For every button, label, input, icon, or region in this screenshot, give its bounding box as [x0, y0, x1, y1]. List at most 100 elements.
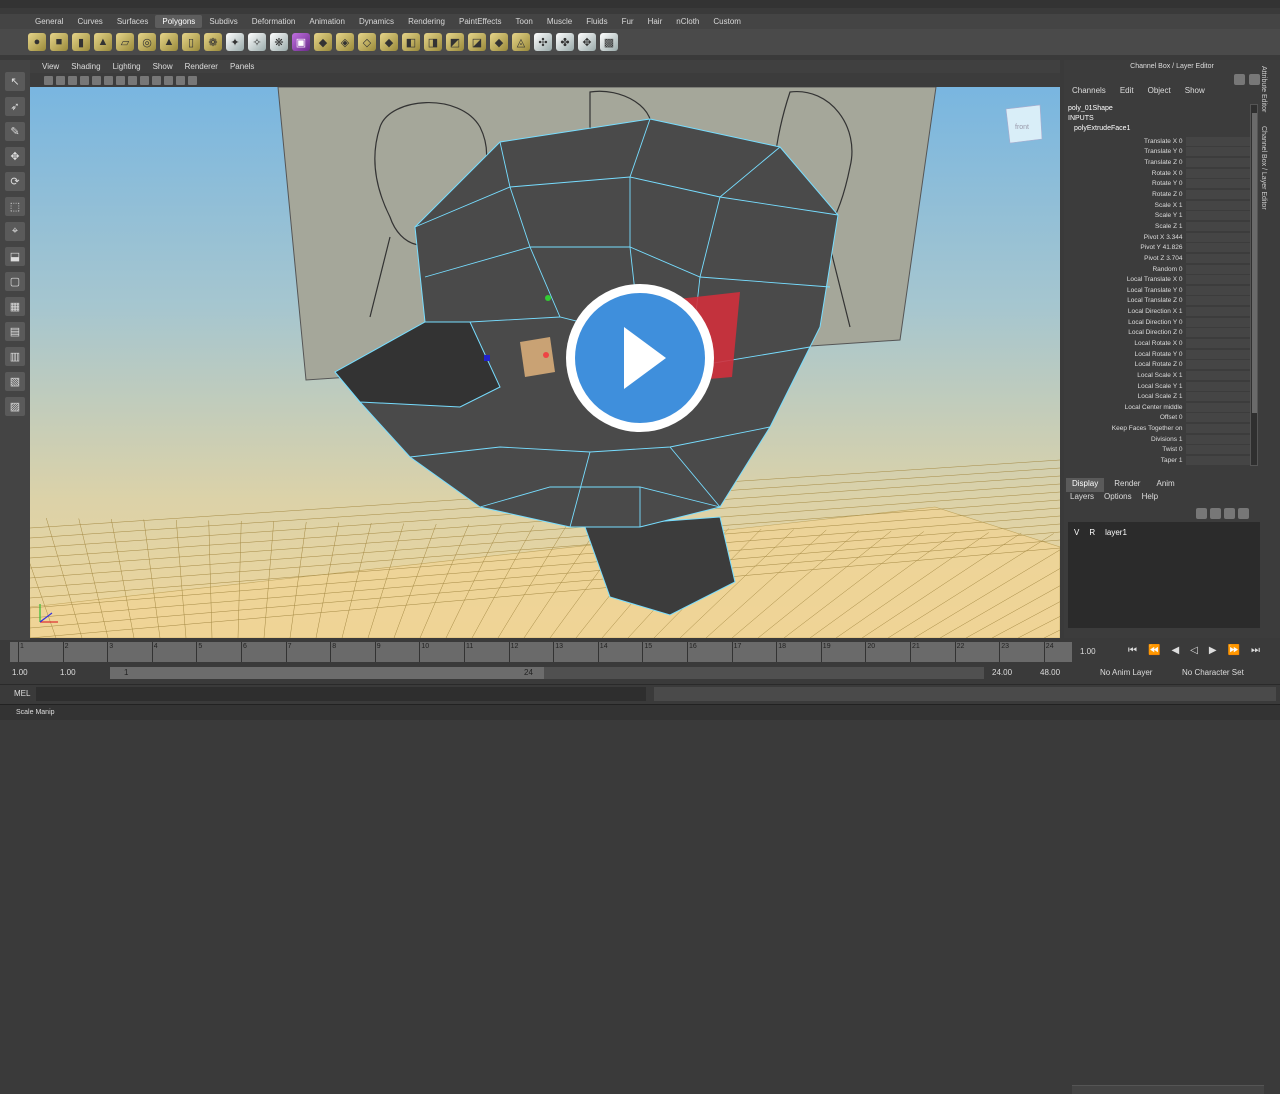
layer-visibility-toggle[interactable]: V — [1074, 528, 1079, 537]
channel-attribute-row[interactable]: Translate Z 0 — [1068, 157, 1253, 168]
channel-attribute-row[interactable]: Offset 0 — [1068, 413, 1253, 424]
channel-attribute-row[interactable]: Taper 1 — [1068, 455, 1253, 466]
channel-attribute-value[interactable] — [1186, 349, 1253, 359]
layer-render-toggle[interactable]: R — [1089, 528, 1095, 537]
shelf-tab-polygons[interactable]: Polygons — [155, 15, 203, 28]
shelf-tab-fur[interactable]: Fur — [615, 15, 641, 28]
shelf-tab-hair[interactable]: Hair — [641, 15, 670, 28]
offset-edge-loop-icon[interactable]: ◨ — [424, 33, 442, 51]
go-to-end-icon[interactable]: ⏭ — [1251, 645, 1260, 656]
shelf-tab-fluids[interactable]: Fluids — [579, 15, 614, 28]
layer-menu-layers[interactable]: Layers — [1070, 492, 1094, 501]
channel-attribute-value[interactable] — [1186, 158, 1253, 168]
channel-attribute-row[interactable]: Local Translate Z 0 — [1068, 296, 1253, 307]
shelf-tab-animation[interactable]: Animation — [302, 15, 352, 28]
shape-name[interactable]: poly_01Shape — [1068, 104, 1253, 114]
channel-attribute-value[interactable] — [1186, 221, 1253, 231]
mel-input[interactable] — [36, 687, 646, 701]
channel-attribute-row[interactable]: Scale Z 1 — [1068, 221, 1253, 232]
insert-edge-loop-icon[interactable]: ◧ — [402, 33, 420, 51]
extrude-icon[interactable]: ◆ — [314, 33, 332, 51]
layer-tab-anim[interactable]: Anim — [1150, 478, 1180, 492]
shelf-tab-subdivs[interactable]: Subdivs — [202, 15, 244, 28]
play-forward-icon[interactable]: ▶ — [1209, 645, 1217, 656]
channel-attribute-row[interactable]: Twist 0 — [1068, 445, 1253, 456]
input-node-name[interactable]: polyExtrudeFace1 — [1068, 124, 1253, 134]
channel-attribute-row[interactable]: Pivot Z 3.704 — [1068, 253, 1253, 264]
channel-attribute-row[interactable]: Divisions 1 — [1068, 434, 1253, 445]
channel-attribute-row[interactable]: Local Rotate Y 0 — [1068, 349, 1253, 360]
channel-attribute-value[interactable] — [1186, 179, 1253, 189]
channel-attribute-value[interactable] — [1186, 190, 1253, 200]
poly-helix-icon[interactable]: ❁ — [204, 33, 222, 51]
manipulator-icon[interactable]: ⌖ — [5, 222, 25, 241]
uv-editor-icon[interactable]: ✤ — [556, 33, 574, 51]
channel-attribute-value[interactable] — [1186, 211, 1253, 221]
channel-box-menu-show[interactable]: Show — [1185, 86, 1205, 100]
poly-cone-icon[interactable]: ▲ — [94, 33, 112, 51]
select-tool-icon[interactable]: ↖ — [5, 72, 25, 91]
poly-pipe-icon[interactable]: ▯ — [182, 33, 200, 51]
sculpt-icon[interactable]: ◬ — [512, 33, 530, 51]
channel-attribute-row[interactable]: Random 0 — [1068, 264, 1253, 275]
perspective-viewport[interactable]: front — [30, 87, 1060, 638]
channel-box-scrollbar[interactable] — [1250, 104, 1258, 466]
shelf-tab-ncloth[interactable]: nCloth — [669, 15, 706, 28]
move-layer-up-icon[interactable] — [1196, 508, 1207, 519]
channel-attribute-row[interactable]: Local Rotate X 0 — [1068, 338, 1253, 349]
channel-attribute-value[interactable] — [1186, 338, 1253, 348]
new-empty-layer-icon[interactable] — [1224, 508, 1235, 519]
channel-attribute-row[interactable]: Local Translate X 0 — [1068, 274, 1253, 285]
rotate-tool-icon[interactable]: ⟳ — [5, 172, 25, 191]
resolution-gate-icon[interactable] — [104, 75, 113, 85]
channel-attribute-row[interactable]: Scale X 1 — [1068, 200, 1253, 211]
layout-outliner-icon[interactable]: ▧ — [5, 372, 25, 391]
channel-box-menu-channels[interactable]: Channels — [1072, 86, 1106, 100]
channel-attribute-value[interactable] — [1186, 200, 1253, 210]
viewport-menu-lighting[interactable]: Lighting — [107, 62, 147, 71]
layer-menu-options[interactable]: Options — [1104, 492, 1132, 501]
step-back-key-icon[interactable]: ⏪ — [1148, 645, 1160, 656]
poly-plane-icon[interactable]: ▱ — [116, 33, 134, 51]
move-layer-down-icon[interactable] — [1210, 508, 1221, 519]
channel-attribute-value[interactable] — [1186, 264, 1253, 274]
channel-attribute-value[interactable] — [1186, 434, 1253, 444]
bridge-icon[interactable]: ◈ — [336, 33, 354, 51]
step-back-frame-icon[interactable]: ◀ — [1171, 645, 1179, 656]
channel-attribute-row[interactable]: Local Direction X 1 — [1068, 306, 1253, 317]
channel-box-menu-object[interactable]: Object — [1148, 86, 1171, 100]
playback-start-field[interactable]: 1.00 — [60, 668, 76, 677]
video-play-button[interactable] — [566, 284, 714, 432]
channel-attribute-value[interactable] — [1186, 253, 1253, 263]
go-to-start-icon[interactable]: ⏮ — [1128, 645, 1137, 656]
split-polygon-icon[interactable]: ◆ — [380, 33, 398, 51]
range-bar[interactable]: 1 24 — [110, 667, 544, 679]
layout-hypershade-icon[interactable]: ▥ — [5, 347, 25, 366]
shelf-tab-deformation[interactable]: Deformation — [245, 15, 303, 28]
grid-toggle-icon[interactable] — [80, 75, 89, 85]
shelf-tab-custom[interactable]: Custom — [706, 15, 748, 28]
poly-cube-highlight-icon[interactable]: ▣ — [292, 33, 310, 51]
wireframe-icon[interactable] — [116, 75, 125, 85]
channel-attribute-value[interactable] — [1186, 456, 1253, 466]
merge-vertex-icon[interactable]: ◩ — [446, 33, 464, 51]
layout-custom-icon[interactable]: ▨ — [5, 397, 25, 416]
viewport-menu-panels[interactable]: Panels — [224, 62, 260, 71]
channel-attribute-value[interactable] — [1186, 381, 1253, 391]
viewport-menu-show[interactable]: Show — [147, 62, 179, 71]
xray-icon[interactable] — [188, 75, 197, 85]
channel-attribute-value[interactable] — [1186, 285, 1253, 295]
start-time-field[interactable]: 1.00 — [12, 668, 28, 677]
viewport-menu-shading[interactable]: Shading — [65, 62, 106, 71]
channel-attribute-value[interactable] — [1186, 296, 1253, 306]
separate-icon[interactable]: ✧ — [248, 33, 266, 51]
chamfer-icon[interactable]: ◆ — [490, 33, 508, 51]
last-tool-icon[interactable]: ⬓ — [5, 247, 25, 266]
poly-pyramid-icon[interactable]: ▲ — [160, 33, 178, 51]
poly-sphere-icon[interactable]: ● — [28, 33, 46, 51]
move-tool-icon[interactable]: ✥ — [5, 147, 25, 166]
channel-box-icon[interactable] — [1234, 74, 1245, 85]
shelf-tab-general[interactable]: General — [28, 15, 70, 28]
channel-attribute-row[interactable]: Local Translate Y 0 — [1068, 285, 1253, 296]
mel-label[interactable]: MEL — [14, 689, 30, 698]
